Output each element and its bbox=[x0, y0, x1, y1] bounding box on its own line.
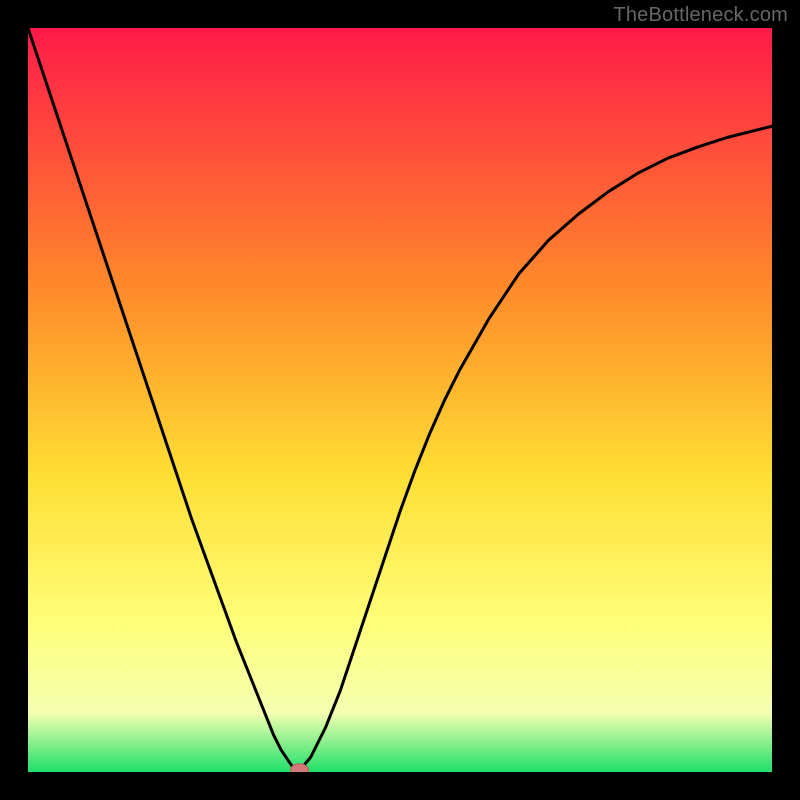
watermark-text: TheBottleneck.com bbox=[613, 4, 788, 27]
gradient-background bbox=[28, 28, 772, 772]
chart-frame: TheBottleneck.com bbox=[0, 0, 800, 800]
optimal-point-marker bbox=[291, 764, 309, 772]
plot-area bbox=[28, 28, 772, 772]
bottleneck-chart bbox=[28, 28, 772, 772]
